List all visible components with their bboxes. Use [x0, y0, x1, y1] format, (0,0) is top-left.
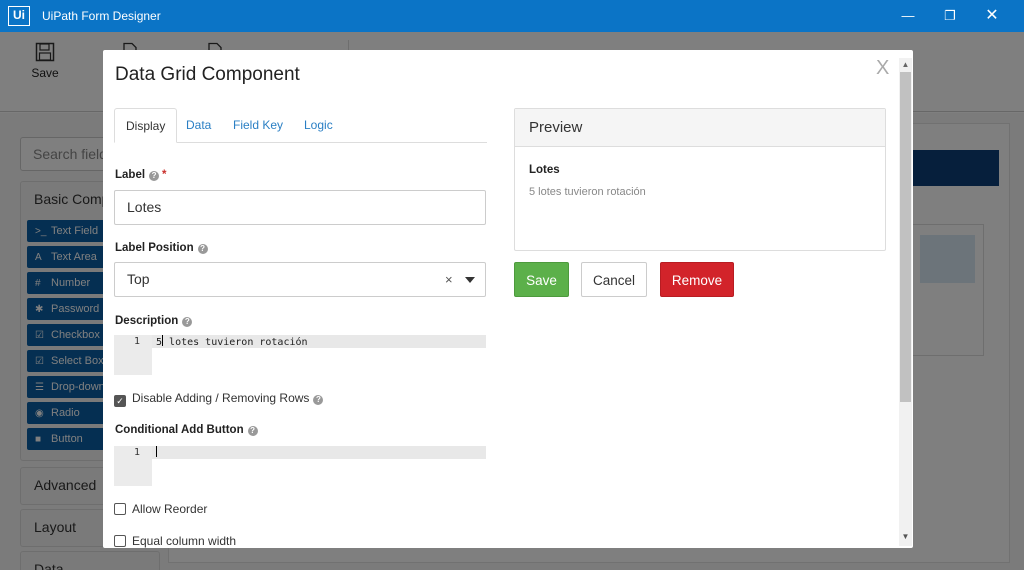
scroll-down-icon[interactable]: ▼: [899, 532, 912, 541]
allow-reorder-row[interactable]: Allow Reorder: [114, 502, 207, 516]
preview-panel: Preview Lotes 5 lotes tuvieron rotación: [514, 108, 886, 251]
cancel-button[interactable]: Cancel: [581, 262, 647, 297]
equal-width-label: Equal column width: [132, 534, 237, 548]
uipath-logo-icon: Ui: [8, 6, 30, 26]
remove-button[interactable]: Remove: [660, 262, 734, 297]
maximize-button[interactable]: ❐: [935, 4, 965, 28]
help-icon[interactable]: ?: [182, 317, 193, 327]
label-position-label: Label Position?: [115, 242, 208, 254]
line-number: 1: [133, 447, 140, 458]
help-icon[interactable]: ?: [247, 426, 258, 436]
chevron-down-icon[interactable]: [465, 277, 475, 283]
allow-reorder-checkbox[interactable]: [114, 503, 126, 515]
minimize-button[interactable]: —: [893, 4, 923, 28]
equal-width-checkbox[interactable]: [114, 535, 126, 547]
label-position-select[interactable]: Top ×: [114, 262, 486, 297]
tab-field-key[interactable]: Field Key: [222, 108, 294, 143]
scroll-up-icon[interactable]: ▲: [899, 60, 912, 69]
conditional-add-editor[interactable]: 1: [114, 446, 486, 486]
label-position-value: Top: [127, 271, 150, 287]
disable-adding-label: Disable Adding / Removing Rows: [132, 391, 310, 405]
disable-adding-checkbox[interactable]: ✓: [114, 395, 126, 407]
text-cursor: [156, 446, 157, 457]
description-editor[interactable]: 1 5 lotes tuvieron rotación: [114, 335, 486, 375]
settings-tabs: Display Data Field Key Logic: [114, 108, 487, 143]
equal-width-row[interactable]: Equal column width: [114, 534, 236, 548]
tab-logic[interactable]: Logic: [293, 108, 344, 143]
data-grid-component-dialog: Data Grid Component X ▲ ▼ Display Data F…: [103, 50, 913, 548]
editor-gutter: 1: [114, 446, 152, 486]
close-window-button[interactable]: ✕: [977, 4, 1007, 28]
preview-label: Lotes: [529, 164, 560, 176]
label-input[interactable]: Lotes: [114, 190, 486, 225]
allow-reorder-label: Allow Reorder: [132, 502, 208, 516]
scroll-thumb[interactable]: [900, 72, 911, 402]
clear-selection-icon[interactable]: ×: [445, 263, 453, 296]
save-button[interactable]: Save: [514, 262, 569, 297]
line-number: 1: [133, 336, 140, 347]
tab-display[interactable]: Display: [114, 108, 178, 143]
editor-gutter: 1: [114, 335, 152, 375]
dialog-title: Data Grid Component: [115, 64, 300, 85]
disable-adding-row[interactable]: ✓ Disable Adding / Removing Rows?: [114, 391, 324, 407]
preview-heading: Preview: [515, 109, 885, 147]
conditional-add-label: Conditional Add Button?: [115, 424, 258, 436]
help-icon[interactable]: ?: [149, 171, 160, 181]
conditional-add-code-line[interactable]: [152, 446, 486, 459]
help-icon[interactable]: ?: [197, 244, 208, 254]
dialog-scrollbar[interactable]: ▲ ▼: [899, 58, 912, 546]
help-icon[interactable]: ?: [313, 395, 324, 405]
dialog-close-button[interactable]: X: [876, 57, 889, 80]
window-title: UiPath Form Designer: [42, 9, 161, 23]
tab-data[interactable]: Data: [175, 108, 222, 143]
description-label: Description?: [115, 315, 193, 327]
label-field-label: Label? *: [115, 169, 167, 181]
title-bar: Ui UiPath Form Designer — ❐ ✕: [0, 0, 1024, 32]
preview-description: 5 lotes tuvieron rotación: [529, 186, 646, 198]
required-marker: *: [162, 169, 167, 181]
description-code-line[interactable]: 5 lotes tuvieron rotación: [152, 335, 486, 348]
